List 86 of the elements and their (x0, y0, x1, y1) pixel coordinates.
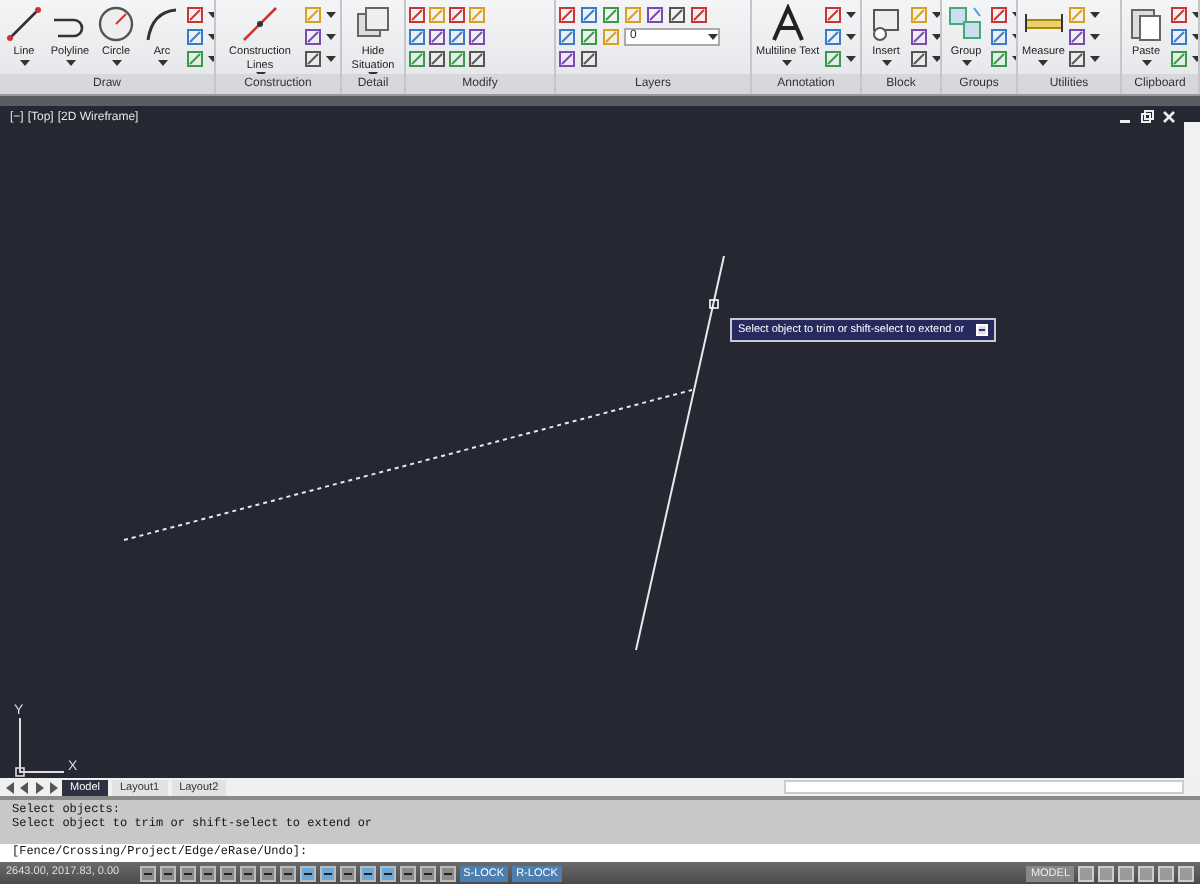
line-icon (4, 4, 44, 44)
tool-icon[interactable] (580, 6, 598, 24)
caret-icon[interactable] (157, 59, 167, 65)
tool-icon[interactable] (990, 6, 1008, 24)
caret-icon[interactable] (65, 59, 75, 65)
tool-icon[interactable] (468, 28, 486, 46)
tool-icon[interactable] (558, 50, 576, 68)
tool-icon[interactable] (602, 6, 620, 24)
status-toggle-icon[interactable] (359, 865, 376, 881)
tool-icon[interactable] (408, 6, 426, 24)
status-toggle-icon[interactable] (439, 865, 456, 881)
status-toggle-icon[interactable] (279, 865, 296, 881)
tool-icon[interactable] (910, 28, 928, 46)
status-toggle-icon[interactable] (159, 865, 176, 881)
tool-icon[interactable] (428, 50, 446, 68)
caret-icon[interactable] (782, 59, 793, 65)
restore-icon[interactable] (1140, 110, 1154, 124)
tool-icon[interactable] (1170, 6, 1188, 24)
tool-icon[interactable] (1068, 50, 1087, 68)
caret-icon[interactable] (845, 12, 856, 18)
tool-icon[interactable] (408, 50, 426, 68)
tool-icon[interactable] (580, 50, 598, 68)
letter-a-icon (767, 4, 808, 44)
expand-icon[interactable] (976, 324, 989, 336)
caret-icon[interactable] (1141, 59, 1151, 65)
tool-icon[interactable] (1068, 28, 1087, 46)
vertical-scrollbar[interactable] (1184, 122, 1200, 778)
caret-icon[interactable] (961, 59, 971, 65)
construction-line-icon (240, 4, 280, 44)
caret-icon[interactable] (1090, 34, 1101, 40)
tool-icon[interactable] (668, 6, 686, 24)
tool-icon[interactable] (304, 28, 322, 46)
caret-icon[interactable] (932, 56, 940, 62)
arc-icon (142, 4, 182, 44)
tool-icon[interactable] (910, 50, 928, 68)
tool-icon[interactable] (558, 28, 576, 46)
group-icon (946, 4, 986, 44)
tool-icon[interactable] (823, 6, 842, 24)
caret-icon[interactable] (932, 12, 940, 18)
tool-icon[interactable] (304, 50, 322, 68)
tool-icon[interactable] (186, 6, 204, 24)
status-toggle-icon[interactable] (419, 865, 436, 881)
caret-icon[interactable] (1090, 56, 1101, 62)
status-toggle-icon[interactable] (399, 865, 416, 881)
tool-icon[interactable] (448, 50, 466, 68)
caret-icon[interactable] (1090, 12, 1101, 18)
circle-icon (96, 4, 136, 44)
caret-icon[interactable] (326, 12, 336, 18)
pick-cursor (709, 299, 719, 309)
ucs-axes-drawing (15, 717, 65, 777)
tool-icon[interactable] (448, 28, 466, 46)
tool-icon[interactable] (428, 28, 446, 46)
status-toggle-icon[interactable] (339, 865, 356, 881)
tool-icon[interactable] (558, 6, 576, 24)
tool-icon[interactable] (448, 6, 466, 24)
tool-icon[interactable] (646, 6, 664, 24)
status-toggle-icon[interactable] (299, 865, 316, 881)
caret-icon[interactable] (708, 34, 718, 40)
status-toggle-icon[interactable] (319, 865, 336, 881)
tool-icon[interactable] (468, 50, 486, 68)
status-toggle-icon[interactable] (179, 865, 196, 881)
caret-icon[interactable] (111, 59, 121, 65)
horizontal-scrollbar[interactable] (784, 780, 1184, 794)
caret-icon[interactable] (19, 59, 29, 65)
tool-icon[interactable] (1170, 28, 1188, 46)
close-icon[interactable] (1162, 110, 1176, 124)
status-toggle-icon[interactable] (219, 865, 236, 881)
tool-icon[interactable] (186, 28, 204, 46)
status-toggle-icon[interactable] (239, 865, 256, 881)
tool-icon[interactable] (408, 28, 426, 46)
caret-icon[interactable] (326, 34, 336, 40)
caret-icon[interactable] (326, 56, 336, 62)
caret-icon[interactable] (1038, 59, 1049, 65)
caret-icon[interactable] (932, 34, 940, 40)
tool-icon[interactable] (690, 6, 708, 24)
caret-icon[interactable] (845, 34, 856, 40)
tool-icon[interactable] (990, 28, 1008, 46)
status-toggle-icon[interactable] (139, 865, 156, 881)
status-toggle-icon[interactable] (379, 865, 396, 881)
clipboard-icon (1126, 4, 1166, 44)
status-toggle-icon[interactable] (259, 865, 276, 881)
tool-icon[interactable] (580, 28, 598, 46)
tool-icon[interactable] (823, 28, 842, 46)
caret-icon[interactable] (845, 56, 856, 62)
caret-icon[interactable] (881, 59, 891, 65)
status-toggle-icon[interactable] (199, 865, 216, 881)
